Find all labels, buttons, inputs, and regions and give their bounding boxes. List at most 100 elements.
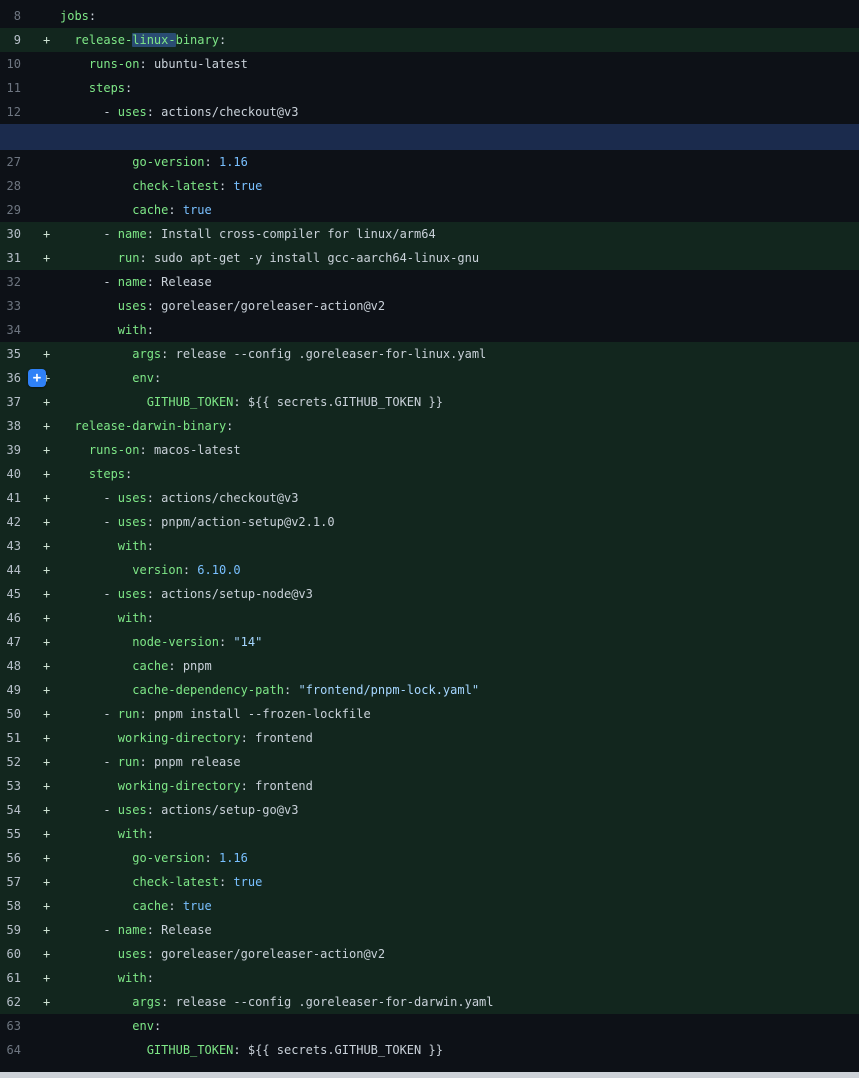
diff-marker: + (28, 534, 60, 558)
line-number[interactable]: 12 (0, 100, 28, 124)
expand-hidden-lines-row[interactable] (0, 124, 859, 150)
line-number[interactable]: 44 (0, 558, 28, 582)
line-number[interactable]: 10 (0, 52, 28, 76)
line-number[interactable]: 9 (0, 28, 28, 52)
code-token (60, 443, 89, 457)
diff-marker: + (28, 870, 60, 894)
line-number[interactable]: 39 (0, 438, 28, 462)
diff-marker (28, 294, 60, 318)
line-number[interactable]: 29 (0, 198, 28, 222)
code-content: - uses: actions/checkout@v3 (60, 486, 859, 510)
line-number[interactable]: 45 (0, 582, 28, 606)
diff-line-27: 27 go-version: 1.16 (0, 150, 859, 174)
code-token: : (147, 611, 154, 625)
line-number[interactable]: 28 (0, 174, 28, 198)
line-number[interactable]: 62 (0, 990, 28, 1014)
diff-marker: + (28, 342, 60, 366)
line-number[interactable]: 53 (0, 774, 28, 798)
line-number[interactable]: 58 (0, 894, 28, 918)
line-number[interactable]: 41 (0, 486, 28, 510)
code-token: env (132, 1019, 154, 1033)
add-comment-button[interactable]: + (28, 369, 46, 387)
line-number[interactable]: 40 (0, 462, 28, 486)
line-number[interactable]: 27 (0, 150, 28, 174)
line-number[interactable]: 63 (0, 1014, 28, 1038)
code-content: check-latest: true (60, 174, 859, 198)
code-token: : (168, 659, 175, 673)
code-token: uses (118, 515, 147, 529)
code-token: Install cross-compiler for linux/arm64 (154, 227, 436, 241)
code-token: : (147, 105, 154, 119)
line-number[interactable]: 37 (0, 390, 28, 414)
line-number[interactable]: 38 (0, 414, 28, 438)
code-token: : (147, 299, 154, 313)
diff-line-56: 56+ go-version: 1.16 (0, 846, 859, 870)
line-number[interactable]: 8 (0, 4, 28, 28)
code-token: : (147, 275, 154, 289)
diff-marker (28, 4, 60, 28)
diff-marker: + (28, 462, 60, 486)
code-content: with: (60, 606, 859, 630)
line-number[interactable]: 56 (0, 846, 28, 870)
code-token: working-directory (118, 779, 241, 793)
code-token (60, 57, 89, 71)
line-number[interactable]: 48 (0, 654, 28, 678)
line-number[interactable]: 46 (0, 606, 28, 630)
code-token (60, 179, 132, 193)
code-token (176, 899, 183, 913)
code-token: - (60, 515, 118, 529)
line-number[interactable]: 61 (0, 966, 28, 990)
line-number[interactable]: 43 (0, 534, 28, 558)
diff-marker: + (28, 654, 60, 678)
code-content: working-directory: frontend (60, 726, 859, 750)
line-number[interactable]: 36 (0, 366, 28, 390)
code-token (60, 155, 132, 169)
code-content: cache: pnpm (60, 654, 859, 678)
diff-line-63: 63 env: (0, 1014, 859, 1038)
code-content: steps: (60, 462, 859, 486)
line-number[interactable]: 47 (0, 630, 28, 654)
line-number[interactable]: 35 (0, 342, 28, 366)
code-token: pnpm/action-setup@v2.1.0 (154, 515, 335, 529)
diff-line-31: 31+ run: sudo apt-get -y install gcc-aar… (0, 246, 859, 270)
code-token: : (147, 515, 154, 529)
line-number[interactable]: 31 (0, 246, 28, 270)
line-number[interactable]: 11 (0, 76, 28, 100)
diff-marker: + (28, 798, 60, 822)
code-token: run (118, 707, 140, 721)
diff-marker: + (28, 726, 60, 750)
code-token: uses (118, 299, 147, 313)
code-token: release- (74, 33, 132, 47)
line-number[interactable]: 64 (0, 1038, 28, 1062)
line-number[interactable]: 42 (0, 510, 28, 534)
code-token (176, 203, 183, 217)
line-number[interactable]: 30 (0, 222, 28, 246)
code-content: uses: goreleaser/goreleaser-action@v2 (60, 294, 859, 318)
diff-marker (28, 270, 60, 294)
line-number[interactable]: 54 (0, 798, 28, 822)
diff-marker: + (28, 222, 60, 246)
line-number[interactable]: 52 (0, 750, 28, 774)
code-token: with (118, 611, 147, 625)
diff-line-54: 54+ - uses: actions/setup-go@v3 (0, 798, 859, 822)
line-number[interactable]: 34 (0, 318, 28, 342)
line-number[interactable]: 32 (0, 270, 28, 294)
line-number[interactable]: 49 (0, 678, 28, 702)
diff-line-39: 39+ runs-on: macos-latest (0, 438, 859, 462)
line-number[interactable]: 60 (0, 942, 28, 966)
line-number[interactable]: 57 (0, 870, 28, 894)
code-content: release-darwin-binary: (60, 414, 859, 438)
diff-line-44: 44+ version: 6.10.0 (0, 558, 859, 582)
line-number[interactable]: 59 (0, 918, 28, 942)
diff-marker: + (28, 990, 60, 1014)
code-token: frontend (248, 779, 313, 793)
code-token: uses (118, 105, 147, 119)
code-token: : (168, 203, 175, 217)
line-number[interactable]: 50 (0, 702, 28, 726)
code-content: args: release --config .goreleaser-for-d… (60, 990, 859, 1014)
code-token: GITHUB_TOKEN (147, 395, 234, 409)
code-token: : (233, 395, 240, 409)
line-number[interactable]: 51 (0, 726, 28, 750)
line-number[interactable]: 33 (0, 294, 28, 318)
line-number[interactable]: 55 (0, 822, 28, 846)
